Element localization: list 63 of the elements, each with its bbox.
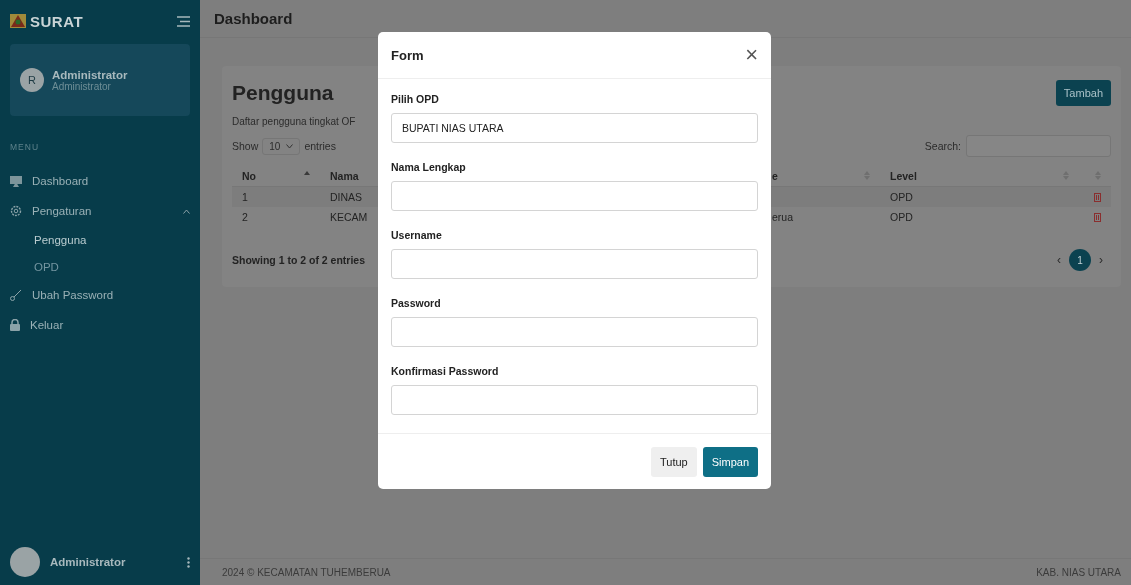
field-label: Password [391, 297, 442, 309]
search-label: Search: [924, 140, 961, 152]
submenu-item[interactable]: OPD [10, 253, 190, 280]
chevron-icon [286, 143, 294, 149]
more-icon[interactable] [187, 556, 190, 568]
field-label: Konfirmasi Password [391, 365, 500, 377]
table-cell: 2 [242, 211, 248, 223]
gear-icon [10, 205, 22, 217]
avatar [10, 547, 40, 577]
user-name: Administrator [50, 556, 127, 568]
field-label: Pilih OPD [391, 93, 440, 105]
trash-icon[interactable] [1094, 192, 1101, 202]
column-label: Nama [330, 169, 359, 182]
close-button[interactable]: × [745, 44, 758, 66]
menu-heading: MENU [10, 142, 41, 152]
logo-icon [10, 14, 26, 28]
table-cell: KECAM [330, 211, 368, 223]
avatar: R [20, 68, 44, 92]
show-label: Show [232, 140, 259, 152]
sidebar-item[interactable]: Dashboard [32, 175, 89, 187]
input-field[interactable] [391, 181, 758, 211]
table-cell: OPD [890, 191, 913, 203]
table-cell: DINAS [330, 191, 363, 203]
table-cell: 1 [242, 191, 248, 203]
footer-text: 2024 © KECAMATAN TUHEMBERUA [222, 566, 391, 578]
page-button[interactable]: 1 [1069, 249, 1091, 271]
column-label: No [242, 169, 256, 182]
sidebar-item[interactable]: Keluar [30, 319, 64, 331]
save-button[interactable]: Simpan [702, 446, 758, 477]
close-button[interactable]: Tutup [650, 446, 697, 477]
key-icon [10, 289, 22, 301]
user-name: Administrator [52, 68, 128, 81]
sidebar-item[interactable]: Pengaturan [32, 205, 173, 217]
monitor-icon [10, 175, 22, 187]
page-size-select[interactable]: 10 [262, 137, 301, 155]
input-field[interactable] [391, 385, 758, 415]
column-label: e [772, 169, 778, 182]
lock-icon [10, 319, 20, 331]
submenu-item[interactable]: Pengguna [10, 226, 190, 253]
table-info: Showing 1 to 2 of 2 entries [232, 254, 366, 266]
brand-name: SURAT [30, 12, 84, 30]
input-field[interactable]: BUPATI NIAS UTARA [391, 113, 758, 143]
field-label: Nama Lengkap [391, 161, 467, 173]
table-cell: OPD [890, 211, 913, 223]
previous-page-button[interactable]: ‹ [1049, 253, 1069, 267]
sidebar-item[interactable]: Ubah Password [32, 289, 114, 301]
entries-label: entries [304, 140, 336, 152]
add-button[interactable]: Tambah [1055, 80, 1111, 106]
chevron-icon[interactable] [183, 208, 190, 214]
profile-card[interactable]: R Administrator Administrator [10, 44, 190, 116]
footer-text: KAB. NIAS UTARA [1036, 566, 1121, 578]
user-role: Administrator [52, 80, 112, 92]
card-subtitle: Daftar pengguna tingkat OF [232, 116, 357, 127]
menu-icon[interactable] [177, 15, 190, 27]
input-field[interactable] [391, 317, 758, 347]
input-field[interactable] [391, 249, 758, 279]
dialog-title: Form [391, 47, 424, 63]
card-title: Pengguna [232, 81, 334, 105]
table-cell: erua [772, 211, 793, 223]
column-label: Level [890, 169, 917, 182]
trash-icon[interactable] [1094, 212, 1101, 222]
field-label: Username [391, 229, 443, 241]
next-page-button[interactable]: › [1091, 253, 1111, 267]
